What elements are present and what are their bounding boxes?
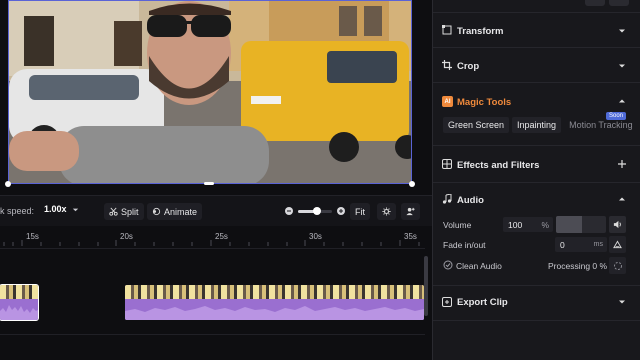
- video-clip[interactable]: [125, 285, 424, 320]
- panel-top-button[interactable]: [609, 0, 629, 6]
- clip-waveform: [125, 299, 424, 320]
- tick-label: 15s: [26, 232, 39, 241]
- effects-filters-section[interactable]: Effects and Filters: [433, 146, 640, 183]
- export-icon: [442, 297, 452, 307]
- soon-badge: Soon: [606, 112, 627, 120]
- fade-input[interactable]: 0 ms: [555, 237, 607, 252]
- tick-label: 20s: [120, 232, 133, 241]
- transform-icon: [442, 25, 452, 35]
- chevron-down-icon: [619, 300, 625, 304]
- zoom-slider-knob[interactable]: [312, 207, 321, 215]
- zoom-out-icon[interactable]: [284, 206, 294, 216]
- resize-handle-bottom-right[interactable]: [409, 181, 415, 187]
- zoom-slider[interactable]: [298, 207, 332, 215]
- speed-select[interactable]: 1.00x: [44, 204, 80, 214]
- transform-section[interactable]: Transform: [433, 13, 640, 48]
- chevron-down-icon: [619, 29, 625, 33]
- gear-icon: [382, 207, 391, 216]
- audio-section: Audio Volume 100 % Fade in/out 0 ms Clea…: [433, 183, 640, 286]
- scissors-icon: [109, 207, 118, 216]
- magic-tools-section: AI Magic Tools Green Screen Inpainting M…: [433, 83, 640, 146]
- video-preview-area: [0, 0, 432, 195]
- export-title: Export Clip: [457, 297, 508, 308]
- mute-button[interactable]: [609, 216, 626, 233]
- video-clip-selected[interactable]: [0, 284, 39, 321]
- crop-section[interactable]: Crop: [433, 48, 640, 83]
- settings-button[interactable]: [377, 203, 396, 220]
- video-scene-image: [9, 1, 411, 183]
- time-ruler: 15s 20s 25s 30s 35s: [0, 226, 432, 246]
- chevron-up-icon[interactable]: [617, 194, 627, 204]
- clip-waveform: [0, 299, 38, 320]
- animate-button[interactable]: Animate: [147, 203, 203, 220]
- track-divider: [0, 248, 425, 249]
- tab-motion-tracking[interactable]: Motion Tracking: [564, 117, 638, 133]
- clean-audio-label: Clean Audio: [456, 261, 502, 271]
- fit-label: Fit: [355, 206, 365, 217]
- fade-value: 0: [560, 239, 565, 250]
- speed-value: 1.00x: [44, 204, 67, 214]
- fade-unit: ms: [593, 241, 603, 248]
- fade-triangle-icon: [613, 240, 622, 249]
- speed-label: k speed:: [0, 206, 35, 216]
- speaker-icon: [613, 220, 621, 229]
- volume-value: 100: [508, 219, 523, 230]
- chevron-down-icon: [72, 208, 78, 211]
- plus-icon[interactable]: [617, 159, 627, 169]
- properties-panel: Transform Crop AI Magic Tools Green Scre…: [432, 0, 640, 360]
- volume-input[interactable]: 100 %: [503, 217, 553, 232]
- split-label: Split: [121, 206, 139, 217]
- export-clip-section[interactable]: Export Clip: [433, 286, 640, 321]
- fade-button[interactable]: [609, 236, 626, 253]
- collaborator-button[interactable]: [401, 203, 420, 220]
- audio-title: Audio: [457, 195, 484, 206]
- clean-audio-icon: [443, 260, 453, 270]
- chevron-down-icon: [619, 64, 625, 68]
- fit-button[interactable]: Fit: [350, 203, 370, 220]
- chevron-up-icon[interactable]: [617, 96, 627, 106]
- clip-thumbnails: [0, 285, 38, 299]
- crop-icon: [442, 60, 452, 70]
- effects-icon: [442, 159, 452, 169]
- volume-slider-fill: [556, 216, 582, 233]
- processing-status: Processing 0 %: [548, 261, 608, 271]
- panel-top-row: [433, 0, 640, 13]
- magic-ai-icon: AI: [442, 96, 453, 107]
- transform-title: Transform: [457, 26, 504, 37]
- crop-title: Crop: [457, 61, 480, 72]
- effects-title: Effects and Filters: [457, 160, 540, 171]
- tick-label: 35s: [404, 232, 417, 241]
- tick-label: 30s: [309, 232, 322, 241]
- timeline[interactable]: 15s 20s 25s 30s 35s: [0, 226, 432, 360]
- clean-audio-spinner: [609, 257, 626, 274]
- volume-unit: %: [541, 219, 549, 230]
- magic-tools-title: Magic Tools: [457, 97, 512, 108]
- resize-handle-bottom-left[interactable]: [5, 181, 11, 187]
- timeline-scrollbar[interactable]: [424, 256, 428, 316]
- resize-handle-bottom[interactable]: [204, 182, 214, 185]
- tab-green-screen[interactable]: Green Screen: [443, 117, 510, 133]
- volume-slider[interactable]: [556, 216, 606, 233]
- video-frame[interactable]: [8, 0, 412, 184]
- clip-thumbnails: [125, 285, 424, 299]
- person-add-icon: [406, 207, 415, 216]
- tab-inpainting[interactable]: Inpainting: [512, 117, 562, 133]
- loading-spinner-icon: [613, 261, 622, 270]
- zoom-in-icon[interactable]: [336, 206, 346, 216]
- split-button[interactable]: Split: [104, 203, 144, 220]
- panel-top-button[interactable]: [585, 0, 605, 6]
- fade-label: Fade in/out: [443, 240, 486, 250]
- animate-icon: [152, 207, 161, 216]
- animate-label: Animate: [164, 206, 198, 217]
- tick-label: 25s: [215, 232, 228, 241]
- volume-label: Volume: [443, 220, 472, 230]
- music-note-icon: [442, 194, 452, 204]
- timeline-toolbar: k speed: 1.00x Split Animate Fit: [0, 195, 432, 227]
- track-divider: [0, 334, 425, 335]
